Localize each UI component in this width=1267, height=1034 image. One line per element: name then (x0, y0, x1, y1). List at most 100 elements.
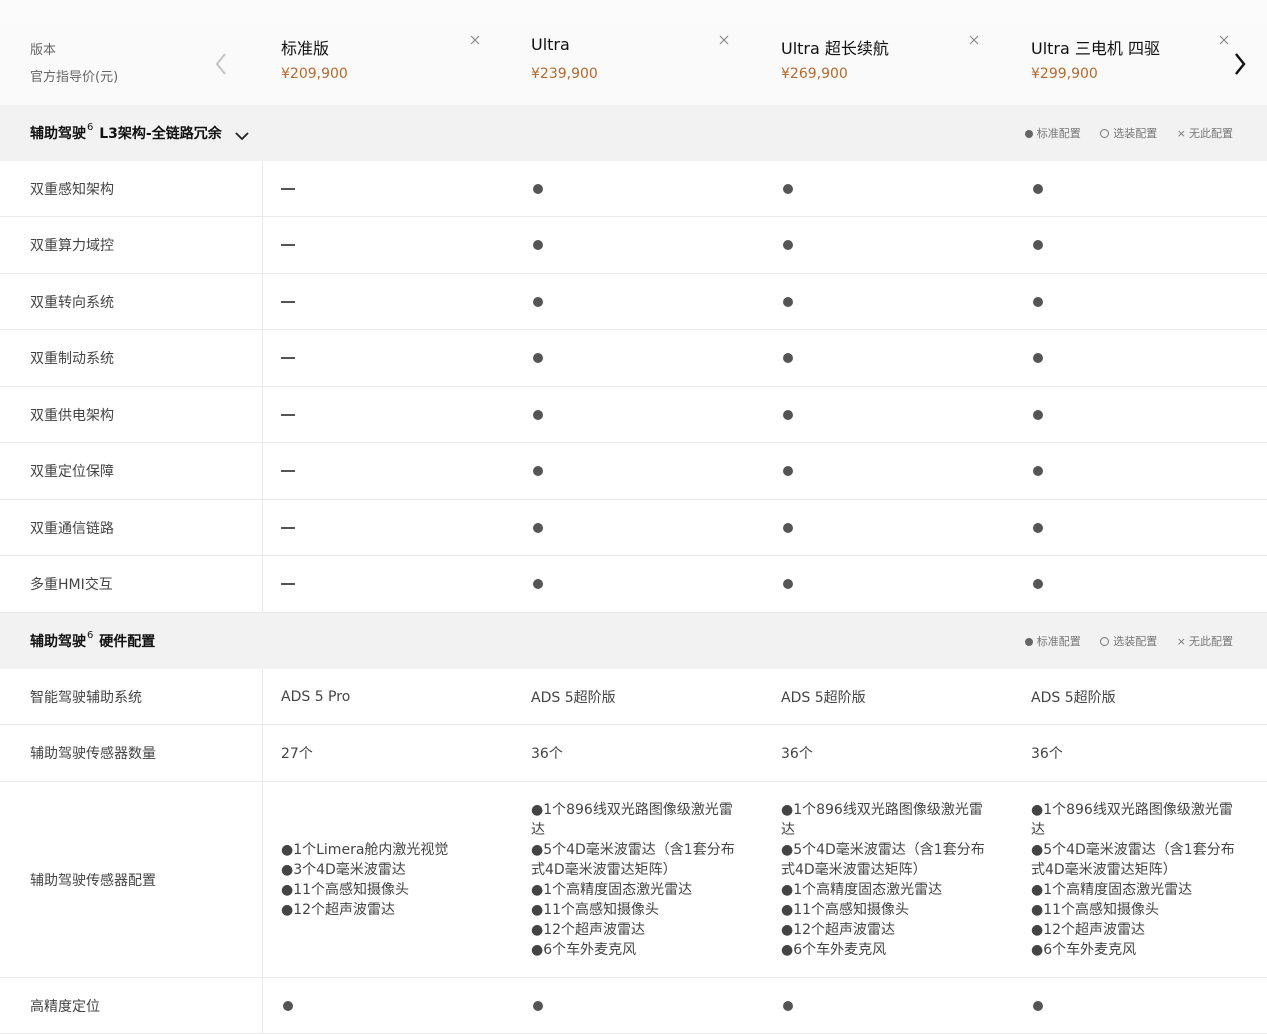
model-price: ¥239,900 (531, 66, 598, 82)
section-rows-hardware: 智能驾驶辅助系统 ADS 5 Pro ADS 5超阶版 ADS 5超阶版 ADS 5超阶… (0, 669, 1267, 1034)
dot-icon (783, 353, 793, 363)
section-rows-redundancy: 双重感知架构 双重算力域控 双重转向系统 双重制动系统 双重供电架构 双重定位保障 双重通信… (0, 161, 1267, 613)
close-icon[interactable] (967, 32, 981, 46)
standard-dot-icon (781, 443, 793, 499)
dash-icon (281, 244, 295, 246)
cross-icon: × (1176, 635, 1186, 648)
model-column-1: Ultra ¥239,900 (531, 24, 761, 105)
standard-dot-icon (781, 387, 793, 442)
model-name: 标准版 (281, 39, 330, 58)
model-price: ¥209,900 (281, 66, 348, 82)
dot-icon (783, 296, 793, 307)
close-icon[interactable] (717, 32, 731, 46)
dash-icon (281, 357, 295, 359)
ring-icon (1100, 637, 1110, 646)
table-row: 高精度定位 (0, 978, 1267, 1034)
cell-value: ●1个896线双光路图像级激光雷达 ●5个4D毫米波雷达（含1套分布式4D毫米波… (1031, 782, 1241, 977)
cell-value: 36个 (781, 746, 813, 762)
compare-header: 版本 官方指导价(元) 标准版 ¥209,900 Ultra ¥239,900 … (0, 24, 1267, 105)
standard-dot-icon (1031, 161, 1043, 216)
row-label: 双重转向系统 (0, 274, 263, 329)
legend-optional: 选装配置 (1100, 635, 1157, 648)
dot-icon (533, 522, 543, 533)
model-name: Ultra 超长续航 (781, 39, 889, 58)
standard-dot-icon (781, 330, 793, 386)
table-row: 智能驾驶辅助系统 ADS 5 Pro ADS 5超阶版 ADS 5超阶版 ADS 5超阶… (0, 669, 1267, 725)
cell-value: ●1个Limera舱内激光视觉 ●3个4D毫米波雷达 ●11个高感知摄像头 ●1… (281, 782, 491, 977)
row-label: 辅助驾驶传感器配置 (0, 782, 263, 977)
legend-none: × 无此配置 (1176, 635, 1233, 648)
close-icon[interactable] (468, 32, 482, 46)
cell-text: ●1个896线双光路图像级激光雷达 ●5个4D毫米波雷达（含1套分布式4D毫米波… (1031, 801, 1235, 958)
standard-dot-icon (1031, 274, 1043, 329)
model-price: ¥269,900 (781, 66, 848, 82)
table-row: 辅助驾驶传感器配置 ●1个Limera舱内激光视觉 ●3个4D毫米波雷达 ●11个… (0, 782, 1267, 978)
top-strip (0, 0, 1267, 24)
dash-icon (281, 470, 295, 472)
dash-icon (281, 187, 295, 190)
section-header-redundancy[interactable]: 辅助驾驶6 L3架构-全链路冗余 标准配置 选装配置 × 无此配置 (0, 105, 1267, 161)
cell-value: 27个 (281, 746, 313, 762)
price-label: 官方指导价(元) (30, 70, 119, 85)
standard-dot-icon (781, 556, 793, 612)
table-row: 双重通信链路 (0, 500, 1267, 556)
dot-icon (1033, 240, 1043, 250)
dot-icon (533, 466, 543, 476)
no-config-dash-icon (281, 161, 295, 216)
model-name: Ultra (531, 35, 570, 54)
model-column-0: 标准版 ¥209,900 (281, 24, 511, 105)
legend-optional: 选装配置 (1100, 127, 1157, 140)
row-label: 双重制动系统 (0, 330, 263, 386)
standard-dot-icon (531, 978, 543, 1033)
model-column-2: Ultra 超长续航 ¥269,900 (781, 24, 1011, 105)
standard-dot-icon (1031, 978, 1043, 1033)
dot-icon (783, 466, 793, 476)
standard-dot-icon (531, 500, 543, 555)
no-config-dash-icon (281, 500, 295, 555)
next-arrow-icon[interactable] (1229, 48, 1251, 80)
table-row: 双重制动系统 (0, 330, 1267, 387)
dot-icon (1033, 353, 1043, 363)
row-label: 双重算力域控 (0, 217, 263, 273)
table-row: 双重感知架构 (0, 161, 1267, 217)
no-config-dash-icon (281, 387, 295, 442)
dot-icon (1033, 522, 1043, 533)
dot-icon (533, 183, 543, 194)
dot-icon (1033, 466, 1043, 476)
cell-value: ADS 5超阶版 (1031, 689, 1116, 706)
standard-dot-icon (531, 330, 543, 386)
dot-icon (783, 522, 793, 533)
standard-dot-icon (781, 274, 793, 329)
cell-value: 36个 (1031, 746, 1063, 762)
dot-icon (783, 579, 793, 589)
cell-text: ●1个Limera舱内激光视觉 ●3个4D毫米波雷达 ●11个高感知摄像头 ●1… (281, 841, 449, 918)
table-row: 双重定位保障 (0, 443, 1267, 500)
table-row: 双重供电架构 (0, 387, 1267, 443)
standard-dot-icon (1031, 500, 1043, 555)
dot-icon (1033, 409, 1043, 420)
dot-icon (783, 1000, 793, 1011)
legend: 标准配置 选装配置 × 无此配置 (1009, 633, 1233, 649)
dot-icon (783, 183, 793, 194)
prev-arrow-icon[interactable] (210, 48, 232, 80)
no-config-dash-icon (281, 330, 295, 386)
dot-icon (533, 296, 543, 307)
row-label: 辅助驾驶传感器数量 (0, 725, 263, 781)
dot-icon (1033, 579, 1043, 589)
dash-icon (281, 583, 295, 585)
no-config-dash-icon (281, 217, 295, 273)
standard-dot-icon (781, 217, 793, 273)
model-price: ¥299,900 (1031, 66, 1098, 82)
dash-icon (281, 526, 295, 529)
cell-value: ●1个896线双光路图像级激光雷达 ●5个4D毫米波雷达（含1套分布式4D毫米波… (531, 782, 741, 977)
dot-icon (533, 579, 543, 589)
chevron-down-icon[interactable] (234, 129, 249, 141)
standard-dot-icon (781, 161, 793, 216)
dot-icon (1024, 130, 1033, 138)
close-icon[interactable] (1217, 32, 1231, 46)
section-header-hardware[interactable]: 辅助驾驶6 硬件配置 标准配置 选装配置 × 无此配置 (0, 613, 1267, 669)
standard-dot-icon (531, 217, 543, 273)
ring-icon (1100, 129, 1110, 138)
no-config-dash-icon (281, 556, 295, 612)
version-label: 版本 (30, 43, 57, 58)
